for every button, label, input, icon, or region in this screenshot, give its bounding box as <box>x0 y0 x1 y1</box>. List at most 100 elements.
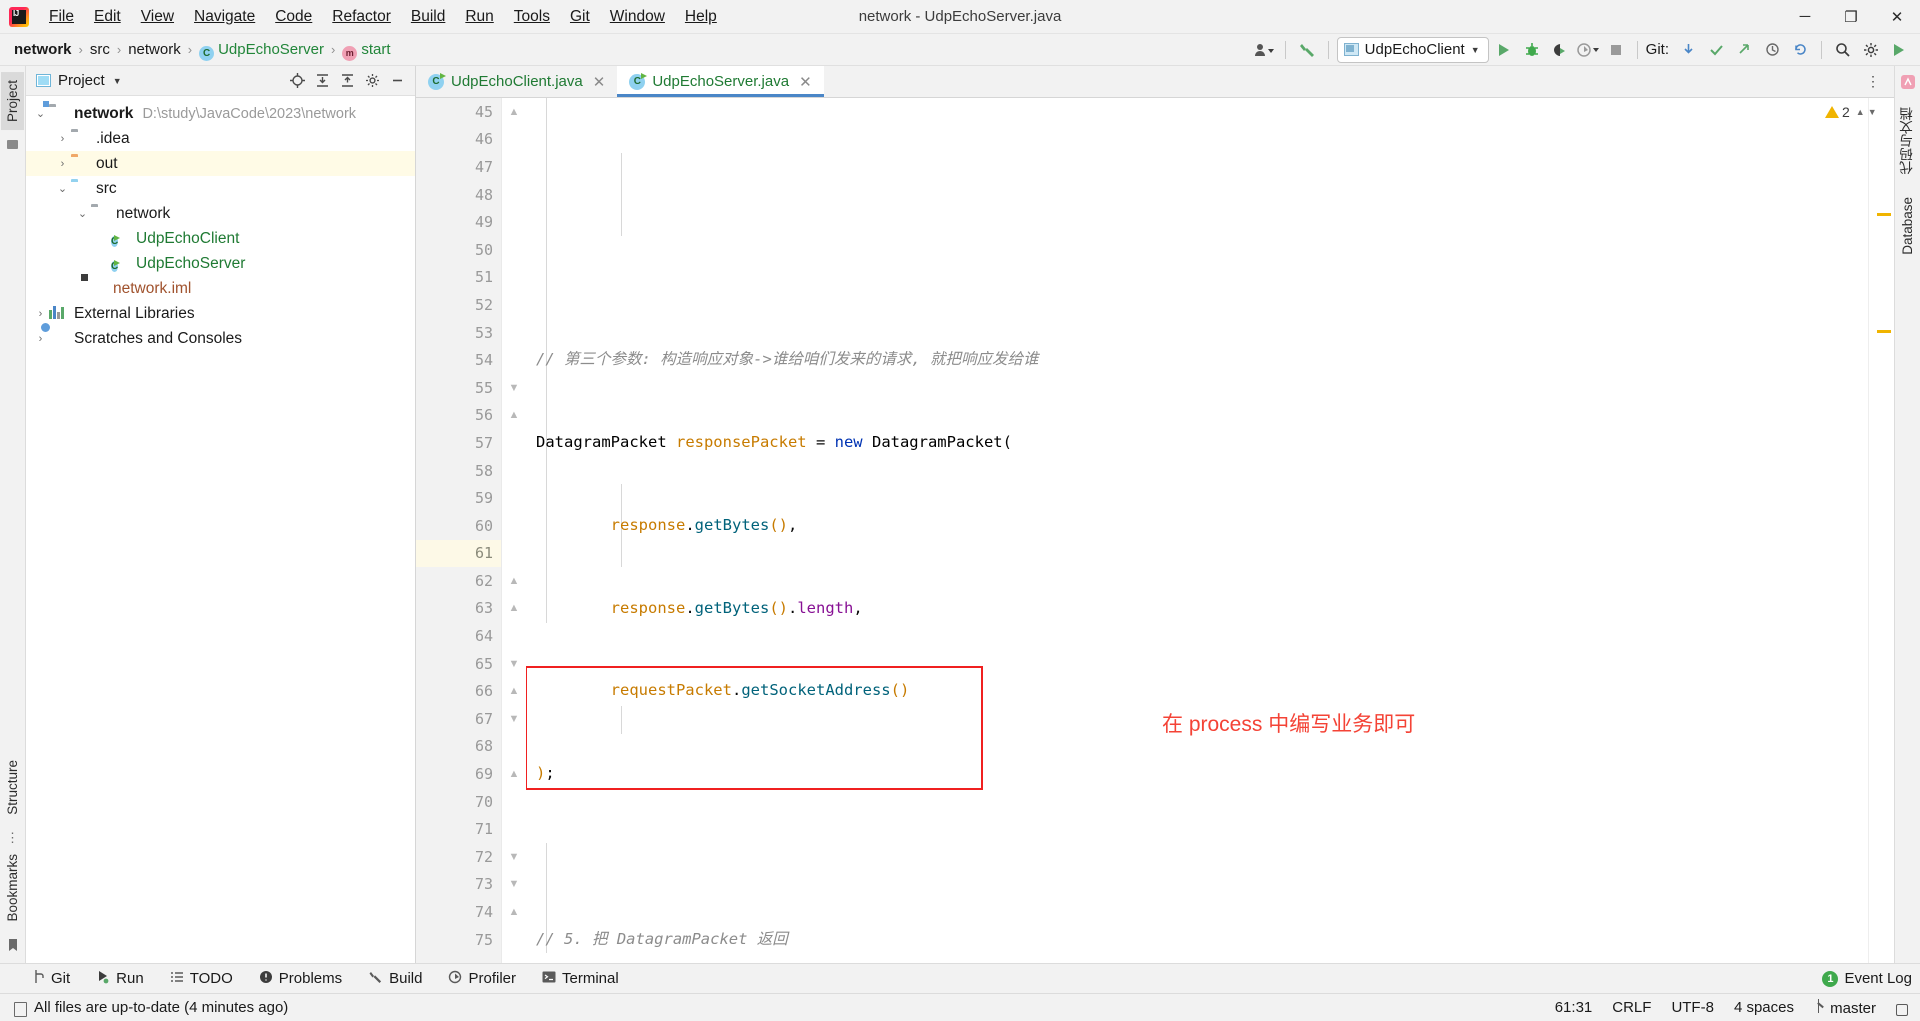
menu-view[interactable]: View <box>131 4 184 30</box>
sidebar-item-bookmarks[interactable]: Bookmarks <box>1 846 24 930</box>
run-anything-icon[interactable] <box>1886 37 1912 63</box>
fold-marker[interactable]: ▼ <box>502 871 526 899</box>
sidebar-item-structure[interactable]: Structure <box>1 752 24 823</box>
settings-icon[interactable] <box>360 69 384 93</box>
code-folding-strip[interactable]: ▲ ▼ ▲ ▲ ▲ ▼ ▲ ▼ ▲ ▼ ▼ ▲ <box>502 98 526 963</box>
fold-marker[interactable]: ▼ <box>502 374 526 402</box>
settings-icon[interactable] <box>1858 37 1884 63</box>
fold-marker[interactable]: ▲ <box>502 595 526 623</box>
tree-item-package-network[interactable]: ⌄ network <box>26 201 415 226</box>
close-icon[interactable]: ✕ <box>799 73 812 91</box>
tree-item-scratches-and-consoles[interactable]: › Scratches and Consoles <box>26 326 415 351</box>
build-hammer-icon[interactable] <box>1294 37 1320 63</box>
file-encoding[interactable]: UTF-8 <box>1671 999 1714 1016</box>
line-separator[interactable]: CRLF <box>1612 999 1651 1016</box>
run-configuration-selector[interactable]: UdpEchoClient ▼ <box>1336 36 1489 63</box>
tree-item-idea[interactable]: › .idea <box>26 126 415 151</box>
git-branch-widget[interactable]: master <box>1814 998 1876 1017</box>
tree-item-udpechoclient[interactable]: C UdpEchoClient <box>26 226 415 251</box>
code-editor[interactable]: 45 46 47 48 49 50 51 52 53 54 55 56 57 5… <box>416 98 1894 963</box>
tree-item-network-iml[interactable]: network.iml <box>26 276 415 301</box>
chevron-up-icon[interactable]: ▲ <box>1856 107 1865 117</box>
menu-navigate[interactable]: Navigate <box>184 4 265 30</box>
tool-window-run[interactable]: Run <box>92 968 148 990</box>
chevron-right-icon[interactable]: › <box>32 333 49 345</box>
sidebar-item-database[interactable]: Database <box>1896 189 1919 263</box>
tree-item-src[interactable]: ⌄ src <box>26 176 415 201</box>
tree-item-network-module[interactable]: ⌄ network D:\study\JavaCode\2023\network <box>26 101 415 126</box>
editor-gutter[interactable]: 45 46 47 48 49 50 51 52 53 54 55 56 57 5… <box>416 98 522 963</box>
git-commit-icon[interactable] <box>1703 37 1729 63</box>
chevron-right-icon[interactable]: › <box>54 158 71 170</box>
breadcrumb-item-network[interactable]: network <box>10 40 76 59</box>
menu-edit[interactable]: Edit <box>84 4 131 30</box>
fold-marker[interactable]: ▲ <box>502 898 526 926</box>
menu-run[interactable]: Run <box>455 4 503 30</box>
tree-item-external-libraries[interactable]: › External Libraries <box>26 301 415 326</box>
chevron-down-icon[interactable]: ⌄ <box>54 182 71 195</box>
menu-code[interactable]: Code <box>265 4 322 30</box>
stripe-mark-warning[interactable] <box>1877 330 1891 333</box>
tool-window-todo[interactable]: TODO <box>166 968 237 990</box>
fold-marker[interactable]: ▼ <box>502 650 526 678</box>
tool-window-git[interactable]: Git <box>28 967 74 990</box>
chevron-right-icon[interactable]: › <box>32 308 49 320</box>
stripe-mark-warning[interactable] <box>1877 213 1891 216</box>
stop-icon[interactable] <box>1603 37 1629 63</box>
expand-all-icon[interactable] <box>310 69 334 93</box>
fold-marker[interactable]: ▲ <box>502 402 526 430</box>
more-options-icon[interactable]: ⋮ <box>1860 69 1886 95</box>
menu-window[interactable]: Window <box>600 4 675 30</box>
hide-panel-icon[interactable] <box>385 69 409 93</box>
chevron-right-icon[interactable]: › <box>54 133 71 145</box>
menu-file[interactable]: File <box>39 4 84 30</box>
tool-window-profiler[interactable]: Profiler <box>444 968 520 990</box>
user-dropdown-icon[interactable] <box>1251 37 1277 63</box>
sidebar-item-project[interactable]: Project <box>1 72 24 131</box>
fold-marker[interactable]: ▲ <box>502 98 526 126</box>
inspection-warnings-widget[interactable]: 2 ▲ ▼ <box>1825 104 1877 120</box>
indent-setting[interactable]: 4 spaces <box>1734 999 1794 1016</box>
event-log-widget[interactable]: 1 Event Log <box>1822 970 1912 987</box>
close-button[interactable]: ✕ <box>1874 0 1920 34</box>
git-update-icon[interactable] <box>1675 37 1701 63</box>
minimize-button[interactable]: ─ <box>1782 0 1828 34</box>
bookmark-icon[interactable] <box>7 938 19 955</box>
tool-window-build[interactable]: Build <box>364 968 426 990</box>
debug-icon[interactable] <box>1519 37 1545 63</box>
breadcrumb-item-src[interactable]: src <box>86 40 114 59</box>
run-with-coverage-icon[interactable] <box>1547 37 1573 63</box>
close-icon[interactable]: ✕ <box>593 73 606 91</box>
menu-help[interactable]: Help <box>675 4 727 30</box>
caret-position[interactable]: 61:31 <box>1555 999 1593 1016</box>
fold-marker[interactable]: ▲ <box>502 760 526 788</box>
code-text-area[interactable]: // 第三个参数: 构造响应对象->谁给咱们发来的请求, 就把响应发给谁 Dat… <box>526 98 1868 963</box>
locate-icon[interactable] <box>285 69 309 93</box>
tool-window-problems[interactable]: Problems <box>255 968 346 990</box>
tool-window-terminal[interactable]: Terminal <box>538 968 623 990</box>
fold-marker[interactable]: ▲ <box>502 567 526 595</box>
tree-item-out[interactable]: › out <box>26 151 415 176</box>
menu-git[interactable]: Git <box>560 4 600 30</box>
editor-tab-udpechoclient[interactable]: C UdpEchoClient.java ✕ <box>416 66 618 97</box>
sidebar-item-code-docs[interactable]: 代码与文档 <box>1894 99 1920 183</box>
collapse-all-icon[interactable] <box>335 69 359 93</box>
fold-marker[interactable]: ▼ <box>502 843 526 871</box>
git-rollback-icon[interactable] <box>1787 37 1813 63</box>
chevron-down-icon[interactable]: ⌄ <box>74 207 91 220</box>
menu-refactor[interactable]: Refactor <box>322 4 401 30</box>
commit-icon[interactable] <box>6 138 19 154</box>
breadcrumb-item-class[interactable]: C UdpEchoServer <box>195 40 328 61</box>
git-history-icon[interactable] <box>1759 37 1785 63</box>
tree-item-udpechoserver[interactable]: C UdpEchoServer <box>26 251 415 276</box>
chevron-down-icon[interactable]: ▼ <box>1868 107 1877 117</box>
fold-marker[interactable]: ▼ <box>502 705 526 733</box>
chevron-down-icon[interactable]: ⌄ <box>32 107 49 120</box>
menu-build[interactable]: Build <box>401 4 455 30</box>
search-icon[interactable] <box>1830 37 1856 63</box>
menu-tools[interactable]: Tools <box>504 4 560 30</box>
ai-assistant-icon[interactable] <box>1900 74 1916 93</box>
maximize-button[interactable]: ❐ <box>1828 0 1874 34</box>
error-stripe[interactable]: 2 ▲ ▼ <box>1825 98 1894 963</box>
chevron-down-icon[interactable]: ▼ <box>113 76 122 86</box>
